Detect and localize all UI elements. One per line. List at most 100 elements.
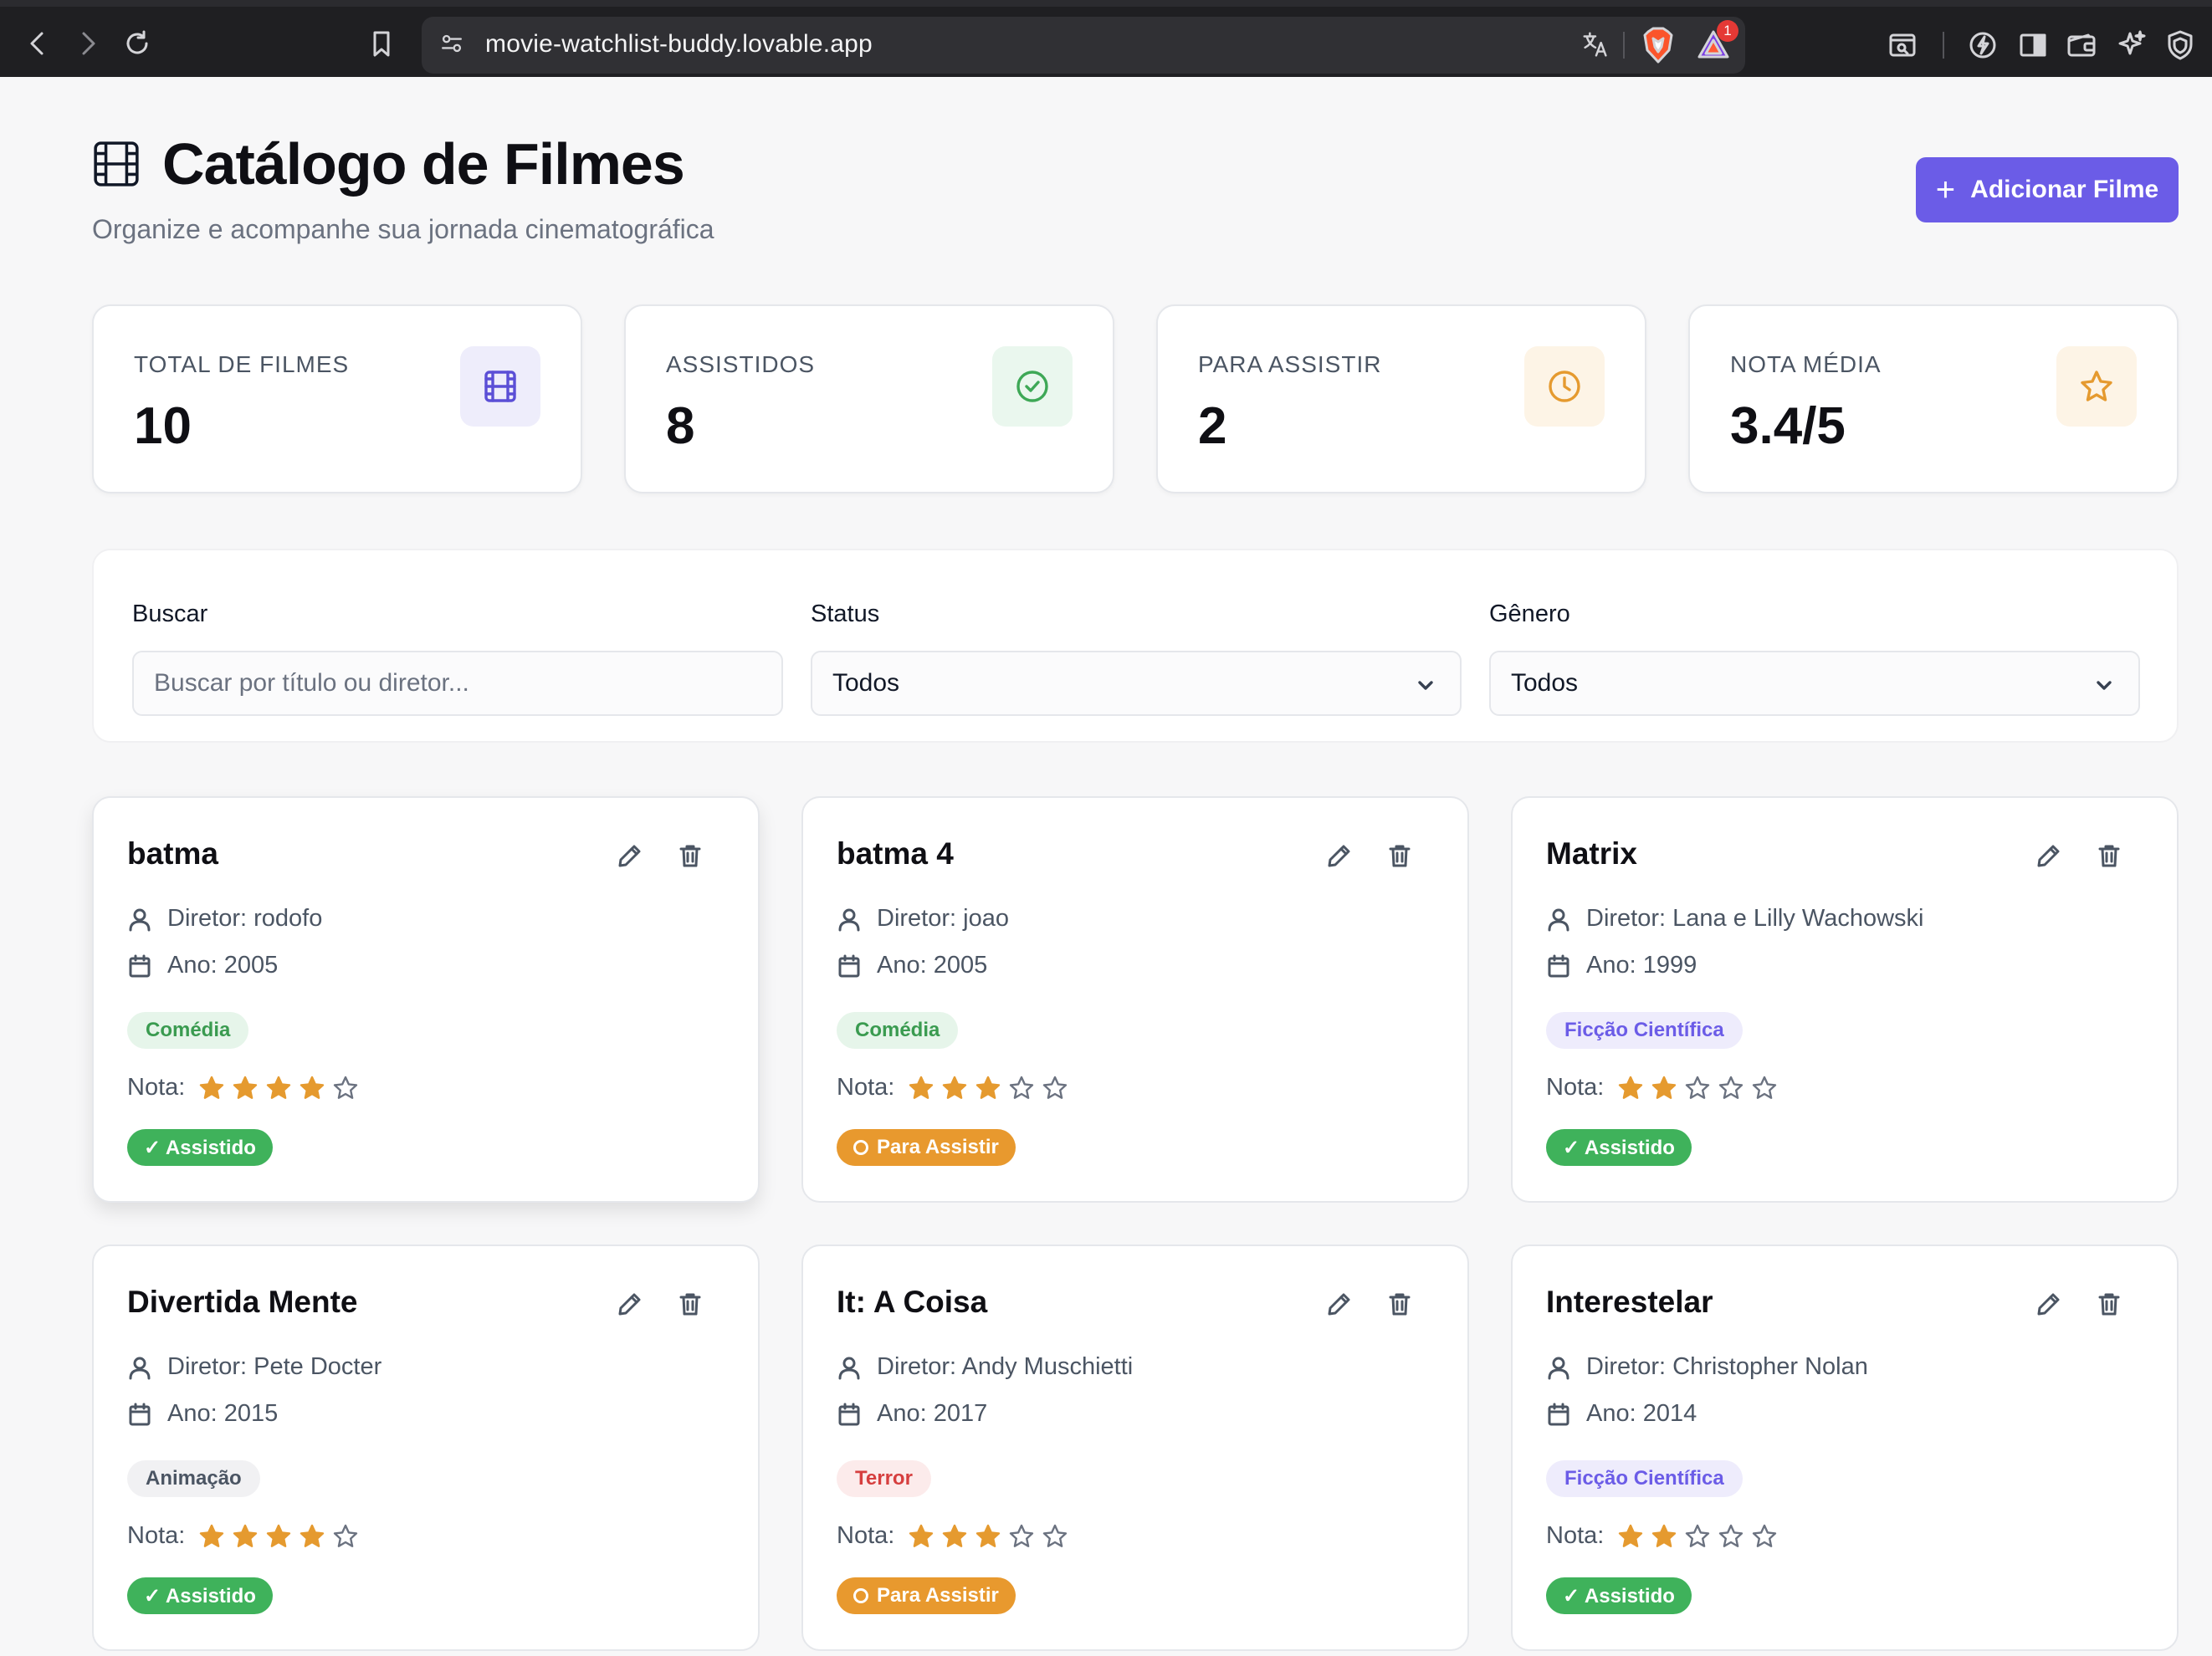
movie-year: Ano: 2017 bbox=[877, 1400, 988, 1427]
pencil-icon bbox=[618, 845, 641, 867]
rating-label: Nota: bbox=[1546, 1074, 1605, 1101]
leo-ai-icon[interactable] bbox=[1966, 28, 2000, 62]
movie-title: Matrix bbox=[1546, 836, 1637, 871]
star-filled-icon bbox=[233, 1524, 258, 1547]
genre-badge: Terror bbox=[837, 1460, 931, 1497]
star-filled-icon bbox=[233, 1076, 258, 1099]
movie-card[interactable]: batma 4 Diretor: joao Ano: 2005 Comédia … bbox=[801, 796, 1469, 1203]
movie-title: batma bbox=[127, 836, 218, 871]
director-row: Diretor: joao bbox=[837, 905, 1009, 933]
delete-button[interactable] bbox=[674, 1288, 706, 1320]
delete-button[interactable] bbox=[2093, 840, 2125, 871]
user-icon bbox=[1548, 1357, 1569, 1379]
movie-director: Diretor: Lana e Lilly Wachowski bbox=[1586, 905, 1924, 932]
ai-sparkle-icon[interactable] bbox=[2115, 28, 2148, 62]
status-badge: ✓ Assistido bbox=[127, 1129, 273, 1166]
star-rating bbox=[908, 1075, 1068, 1101]
pencil-icon bbox=[2037, 1293, 2060, 1316]
delete-button[interactable] bbox=[2093, 1288, 2125, 1320]
forward-icon[interactable] bbox=[67, 23, 107, 64]
reload-icon[interactable] bbox=[117, 23, 157, 64]
genre-filter: Gênero Todos bbox=[1489, 601, 2140, 716]
status-select[interactable]: Todos bbox=[811, 651, 1462, 716]
stat-value: 8 bbox=[666, 397, 695, 455]
search-field[interactable] bbox=[132, 651, 783, 716]
rating-label: Nota: bbox=[1546, 1522, 1605, 1549]
back-icon[interactable] bbox=[18, 23, 59, 64]
bookmark-icon[interactable] bbox=[361, 23, 402, 64]
director-row: Diretor: Pete Docter bbox=[127, 1353, 381, 1381]
star-filled-icon bbox=[267, 1524, 291, 1547]
trash-icon bbox=[1389, 845, 1411, 867]
edit-button[interactable] bbox=[2033, 1288, 2065, 1320]
star-filled-icon bbox=[909, 1524, 934, 1547]
movie-director: Diretor: Andy Muschietti bbox=[877, 1353, 1134, 1380]
film-icon bbox=[94, 141, 139, 187]
add-movie-button[interactable]: + Adicionar Filme bbox=[1916, 157, 2179, 222]
page-subtitle: Organize e acompanhe sua jornada cinemat… bbox=[92, 214, 714, 244]
star-rating bbox=[198, 1075, 359, 1101]
movie-grid: batma Diretor: rodofo Ano: 2005 Comédia … bbox=[92, 796, 2179, 1651]
movie-card[interactable]: Matrix Diretor: Lana e Lilly Wachowski A… bbox=[1511, 796, 2179, 1203]
rating-label: Nota: bbox=[837, 1074, 895, 1101]
edit-button[interactable] bbox=[1324, 840, 1355, 871]
genre-select[interactable]: Todos bbox=[1489, 651, 2140, 716]
status-selected-value: Todos bbox=[832, 669, 900, 697]
star-filled-icon bbox=[976, 1076, 1001, 1099]
edit-button[interactable] bbox=[2033, 840, 2065, 871]
brave-shields-icon[interactable] bbox=[1641, 27, 1675, 64]
trash-icon bbox=[679, 845, 701, 867]
movie-card[interactable]: batma Diretor: rodofo Ano: 2005 Comédia … bbox=[92, 796, 760, 1203]
status-badge: ✓ Assistido bbox=[127, 1577, 273, 1614]
movie-title: batma 4 bbox=[837, 836, 954, 871]
movie-card[interactable]: It: A Coisa Diretor: Andy Muschietti Ano… bbox=[801, 1245, 1469, 1651]
vpn-shield-icon[interactable] bbox=[2163, 28, 2197, 62]
year-row: Ano: 2005 bbox=[127, 952, 278, 979]
translate-icon[interactable] bbox=[1580, 28, 1611, 60]
movie-card[interactable]: Interestelar Diretor: Christopher Nolan … bbox=[1511, 1245, 2179, 1651]
edit-button[interactable] bbox=[614, 840, 646, 871]
sidebar-icon[interactable] bbox=[2016, 28, 2050, 62]
edit-button[interactable] bbox=[1324, 1288, 1355, 1320]
delete-button[interactable] bbox=[1384, 840, 1416, 871]
address-bar[interactable]: movie-watchlist-buddy.lovable.app 1 bbox=[422, 17, 1745, 74]
genre-badge: Ficção Científica bbox=[1546, 1460, 1743, 1497]
movie-year: Ano: 1999 bbox=[1586, 952, 1697, 979]
year-row: Ano: 2017 bbox=[837, 1400, 987, 1428]
movie-title: Divertida Mente bbox=[127, 1285, 358, 1319]
delete-button[interactable] bbox=[674, 840, 706, 871]
url-text[interactable]: movie-watchlist-buddy.lovable.app bbox=[485, 30, 873, 59]
trash-icon bbox=[2098, 1293, 2120, 1316]
status-badge: ✓ Assistido bbox=[1546, 1129, 1692, 1166]
star-filled-icon bbox=[1619, 1524, 1643, 1547]
year-row: Ano: 2005 bbox=[837, 952, 987, 979]
status-filter: Status Todos bbox=[811, 601, 1462, 716]
user-icon bbox=[129, 908, 151, 931]
add-movie-label: Adicionar Filme bbox=[1970, 176, 2159, 203]
circle-icon bbox=[853, 1588, 868, 1603]
genre-badge: Ficção Científica bbox=[1546, 1012, 1743, 1049]
movie-card[interactable]: Divertida Mente Diretor: Pete Docter Ano… bbox=[92, 1245, 760, 1651]
year-row: Ano: 2015 bbox=[127, 1400, 278, 1428]
genre-selected-value: Todos bbox=[1511, 669, 1579, 697]
pencil-icon bbox=[2037, 845, 2060, 867]
reader-mode-icon[interactable] bbox=[1886, 28, 1919, 62]
delete-button[interactable] bbox=[1384, 1288, 1416, 1320]
director-row: Diretor: Lana e Lilly Wachowski bbox=[1546, 905, 1923, 933]
rating-row: Nota: bbox=[837, 1074, 1068, 1101]
star-empty-icon bbox=[334, 1076, 358, 1099]
star-empty-icon bbox=[1043, 1076, 1068, 1099]
star-filled-icon bbox=[1652, 1076, 1677, 1099]
search-input[interactable] bbox=[154, 669, 781, 698]
star-filled-icon bbox=[943, 1076, 967, 1099]
pencil-icon bbox=[1328, 845, 1350, 867]
wallet-icon[interactable] bbox=[2065, 28, 2098, 62]
movie-year: Ano: 2005 bbox=[167, 952, 279, 979]
edit-button[interactable] bbox=[614, 1288, 646, 1320]
stat-label: NOTA MÉDIA bbox=[1730, 351, 1882, 377]
user-icon bbox=[838, 908, 860, 931]
page-header: Catálogo de Filmes bbox=[92, 130, 685, 197]
movie-title: It: A Coisa bbox=[837, 1285, 988, 1319]
site-settings-icon[interactable] bbox=[437, 28, 467, 59]
star-rating bbox=[1617, 1075, 1778, 1101]
